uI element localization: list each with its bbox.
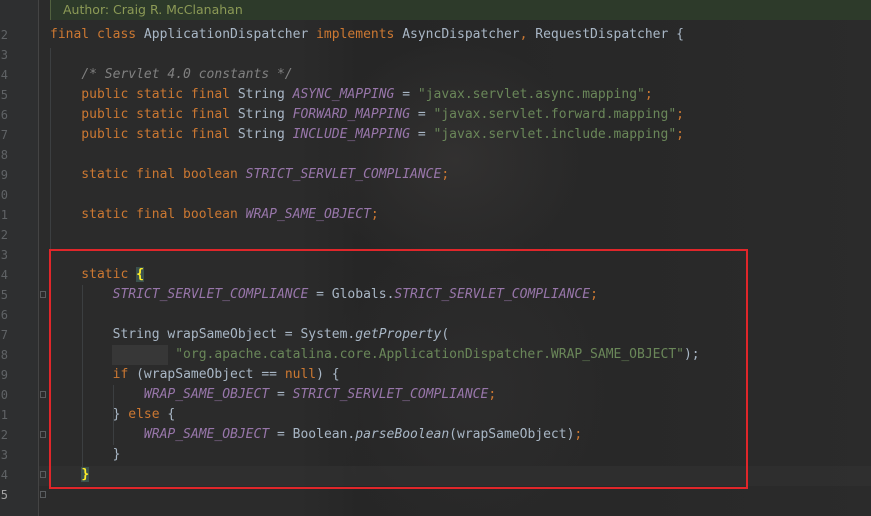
code-token: WRAP_SAME_OBJECT bbox=[245, 207, 371, 222]
line-number: 2 bbox=[0, 428, 8, 442]
line-number: 4 bbox=[0, 468, 8, 482]
code-token: final class bbox=[50, 27, 144, 42]
code-token: ASYNC_MAPPING bbox=[292, 87, 395, 102]
code-token: ; bbox=[676, 107, 684, 122]
code-token: RequestDispatcher { bbox=[535, 27, 684, 42]
code-token: ; bbox=[370, 207, 379, 222]
code-text[interactable]: final class ApplicationDispatcher implem… bbox=[50, 25, 684, 45]
line-number: 4 bbox=[0, 68, 8, 82]
code-token: /* Servlet 4.0 constants */ bbox=[81, 67, 293, 82]
highlight-annotation-box bbox=[49, 249, 748, 489]
line-number: 2 bbox=[0, 228, 8, 242]
line-number: 0 bbox=[0, 188, 8, 202]
line-number: 6 bbox=[0, 308, 8, 322]
line-number: 5 bbox=[0, 288, 8, 302]
code-token: ; bbox=[441, 167, 450, 182]
code-token: public static final bbox=[50, 127, 238, 142]
author-doc-comment: Author: Craig R. McClanahan bbox=[50, 0, 871, 20]
line-number: 1 bbox=[0, 408, 8, 422]
code-token: INCLUDE_MAPPING bbox=[292, 127, 411, 142]
code-token: "javax.servlet.include.mapping" bbox=[433, 127, 677, 142]
code-token: String bbox=[237, 107, 293, 122]
code-line[interactable]: 2 bbox=[0, 225, 871, 245]
line-number: 5 bbox=[0, 88, 8, 102]
code-line[interactable]: 2 final class ApplicationDispatcher imple… bbox=[0, 25, 871, 45]
code-token: ; bbox=[676, 127, 684, 142]
code-token: implements bbox=[316, 27, 403, 42]
code-text[interactable]: public static final String FORWARD_MAPPI… bbox=[50, 105, 684, 125]
code-token: AsyncDispatcher bbox=[402, 27, 520, 42]
line-number: 0 bbox=[0, 388, 8, 402]
code-token: ApplicationDispatcher bbox=[143, 27, 317, 42]
line-number: 8 bbox=[0, 348, 8, 362]
line-number: 9 bbox=[0, 168, 8, 182]
line-number: 3 bbox=[0, 448, 8, 462]
code-token: , bbox=[519, 27, 536, 42]
code-token: "javax.servlet.async.mapping" bbox=[417, 87, 645, 102]
code-line[interactable]: 9 static final boolean STRICT_SERVLET_CO… bbox=[0, 165, 871, 185]
fold-marker-icon[interactable] bbox=[40, 431, 46, 438]
line-number: 4 bbox=[0, 268, 8, 282]
code-token: STRICT_SERVLET_COMPLIANCE bbox=[245, 167, 442, 182]
fold-marker-icon[interactable] bbox=[40, 291, 46, 298]
fold-marker-icon[interactable] bbox=[40, 491, 46, 498]
line-number: 8 bbox=[0, 148, 8, 162]
line-number: 1 bbox=[0, 208, 8, 222]
line-number: 2 bbox=[0, 28, 8, 42]
code-line[interactable]: 8 bbox=[0, 145, 871, 165]
code-token: public static final bbox=[50, 87, 238, 102]
line-number: 9 bbox=[0, 368, 8, 382]
code-text[interactable]: /* Servlet 4.0 constants */ bbox=[50, 65, 293, 85]
code-line[interactable]: 1 static final boolean WRAP_SAME_OBJECT; bbox=[0, 205, 871, 225]
code-token: String bbox=[237, 87, 293, 102]
code-token: = bbox=[410, 107, 434, 122]
author-label: Author: Craig R. McClanahan bbox=[63, 2, 243, 17]
code-token: = bbox=[394, 87, 418, 102]
code-line[interactable]: 3 bbox=[0, 45, 871, 65]
code-line[interactable]: 4 /* Servlet 4.0 constants */ bbox=[0, 65, 871, 85]
fold-marker-icon[interactable] bbox=[40, 391, 46, 398]
code-token: ; bbox=[644, 87, 653, 102]
code-text[interactable]: static final boolean STRICT_SERVLET_COMP… bbox=[50, 165, 449, 185]
line-number: 5 bbox=[0, 488, 8, 502]
line-number: 3 bbox=[0, 48, 8, 62]
code-token: FORWARD_MAPPING bbox=[292, 107, 411, 122]
code-token: static final boolean bbox=[50, 207, 246, 222]
code-editor[interactable]: Author: Craig R. McClanahan 2 final class… bbox=[0, 0, 871, 516]
line-number: 7 bbox=[0, 328, 8, 342]
code-line[interactable]: 0 bbox=[0, 185, 871, 205]
code-line[interactable]: 7 public static final String INCLUDE_MAP… bbox=[0, 125, 871, 145]
code-token: public static final bbox=[50, 107, 238, 122]
code-text[interactable]: public static final String ASYNC_MAPPING… bbox=[50, 85, 653, 105]
code-token: static final boolean bbox=[50, 167, 246, 182]
fold-marker-icon[interactable] bbox=[40, 471, 46, 478]
code-line[interactable]: 6 public static final String FORWARD_MAP… bbox=[0, 105, 871, 125]
line-number: 6 bbox=[0, 108, 8, 122]
code-text[interactable]: static final boolean WRAP_SAME_OBJECT; bbox=[50, 205, 379, 225]
code-text[interactable]: public static final String INCLUDE_MAPPI… bbox=[50, 125, 684, 145]
code-line[interactable]: 5 public static final String ASYNC_MAPPI… bbox=[0, 85, 871, 105]
code-token: = bbox=[410, 127, 434, 142]
line-number: 7 bbox=[0, 128, 8, 142]
line-number: 3 bbox=[0, 248, 8, 262]
code-token: String bbox=[237, 127, 293, 142]
code-token: "javax.servlet.forward.mapping" bbox=[433, 107, 677, 122]
